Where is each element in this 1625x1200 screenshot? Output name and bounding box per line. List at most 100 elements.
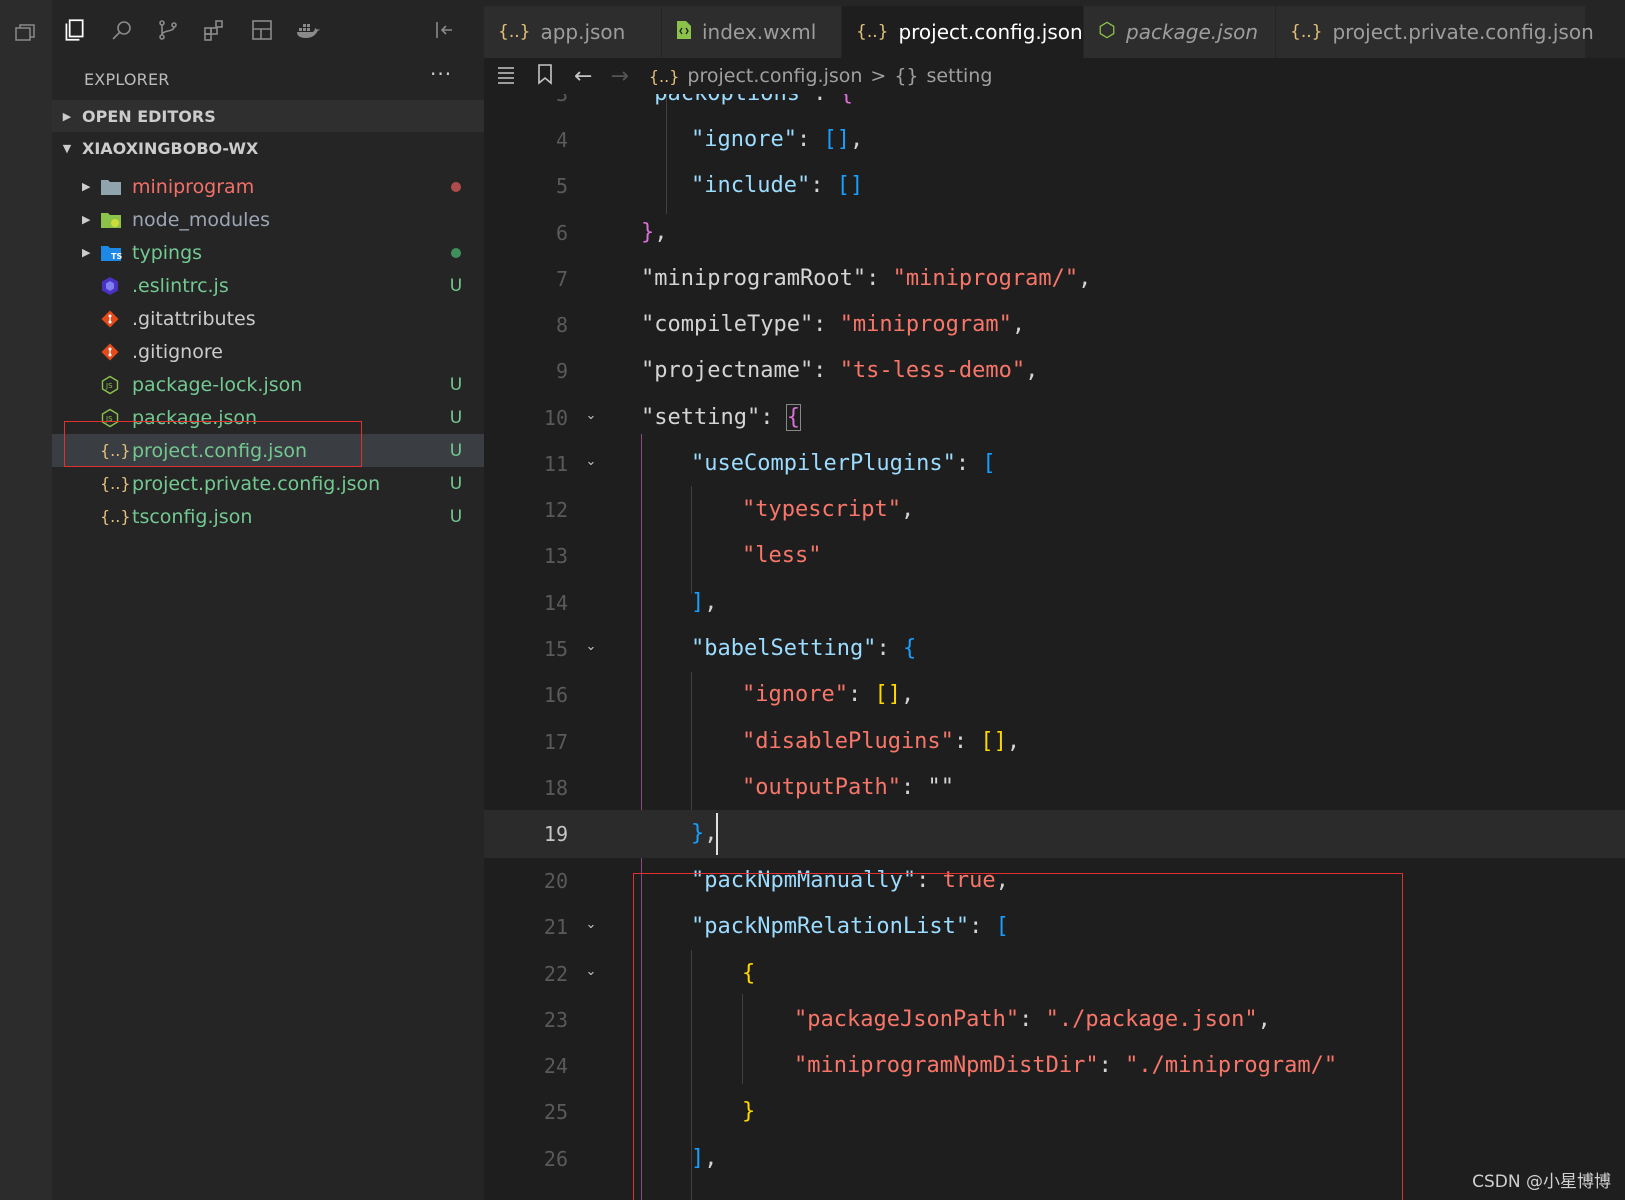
json-icon: {..} <box>498 22 531 42</box>
code-line: 11 ⌄ "useCompilerPlugins": [ <box>484 440 1625 488</box>
docker-icon[interactable] <box>294 16 322 44</box>
chevron-down-icon: ⌄ <box>585 454 597 469</box>
symbol-braces-icon: {} <box>894 65 919 87</box>
tree-item-eslintrc[interactable]: .eslintrc.js U <box>52 269 484 302</box>
code-line: 9 "projectname": "ts-less-demo", <box>555 358 1039 383</box>
tree-item-project-private-config[interactable]: {..} project.private.config.json U <box>52 467 484 500</box>
code-line: 8 "compileType": "miniprogram", <box>555 312 1026 337</box>
ts-folder-icon: TS <box>100 244 132 262</box>
breadcrumb-symbol[interactable]: {} setting <box>894 65 992 87</box>
code-line-current: 19 }, <box>484 810 1625 858</box>
more-actions-icon[interactable]: ··· <box>430 62 452 86</box>
npm-icon: JS <box>100 375 132 395</box>
tree-item-project-config[interactable]: {..} project.config.json U <box>52 434 484 467</box>
json-icon: {..} <box>100 474 131 493</box>
file-name: .gitignore <box>132 340 223 363</box>
source-control-icon[interactable] <box>154 16 182 44</box>
chevron-down-icon: ▼ <box>62 141 72 155</box>
git-icon <box>100 342 132 362</box>
code-line: 18 "outputPath": "" <box>543 775 954 800</box>
json-icon: {..} <box>1290 22 1323 42</box>
status-badge: U <box>449 473 463 494</box>
chevron-right-icon: ▶ <box>82 180 91 193</box>
json-icon: {..} <box>100 507 131 526</box>
code-line: 7 "miniprogramRoot": "miniprogram/", <box>555 266 1092 291</box>
status-badge: U <box>449 275 463 296</box>
code-line: 16 "ignore": [], <box>543 682 915 707</box>
status-dot <box>446 243 466 263</box>
status-badge: U <box>449 407 463 428</box>
breadcrumb-file-label: project.config.json <box>687 65 863 87</box>
git-icon <box>100 309 132 329</box>
code-line: 23 "packageJsonPath": "./package.json", <box>543 1007 1271 1032</box>
tab-package-json[interactable]: package.json <box>1084 6 1276 58</box>
text-cursor <box>716 813 718 855</box>
tree-item-node-modules[interactable]: ▶ node_modules <box>52 203 484 236</box>
svg-text:JS: JS <box>105 415 113 423</box>
watermark: CSDN @小星博博 <box>1472 1172 1611 1192</box>
status-badge: U <box>449 440 463 461</box>
forward-arrow-icon[interactable]: → <box>610 64 628 89</box>
tree-item-package-json[interactable]: JS package.json U <box>52 401 484 434</box>
code-line: 10 ⌄ "setting": { <box>484 394 1625 442</box>
npm-icon <box>1098 21 1116 44</box>
remote-window-icon[interactable] <box>10 18 40 48</box>
svg-text:JS: JS <box>105 382 113 390</box>
activity-bar <box>0 0 53 1200</box>
chevron-down-icon: ⌄ <box>585 639 597 654</box>
chevron-down-icon: ⌄ <box>585 917 597 932</box>
chevron-right-icon: ▶ <box>62 109 72 123</box>
json-icon: {..} <box>648 66 680 86</box>
tab-index-wxml[interactable]: index.wxml <box>662 6 842 58</box>
collapse-sidebar-icon[interactable] <box>430 16 458 44</box>
code-line: 12 "typescript", <box>543 497 915 522</box>
code-line: 15 ⌄ "babelSetting": { <box>484 625 1625 673</box>
code-line: 20 "packNpmManually": true, <box>543 868 1009 893</box>
json-icon: {..} <box>100 441 131 460</box>
tree-item-gitignore[interactable]: .gitignore <box>52 335 484 368</box>
code-line: 25 } <box>543 1099 756 1124</box>
breadcrumb-symbol-label: setting <box>926 65 993 87</box>
file-name: tsconfig.json <box>132 505 253 528</box>
file-name: .eslintrc.js <box>132 274 229 297</box>
tab-label: project.config.json <box>898 20 1083 44</box>
tab-project-private-config[interactable]: {..} project.private.config.json <box>1276 6 1594 58</box>
bookmark-icon[interactable] <box>536 63 554 90</box>
editor-tabs: {..} app.json index.wxml {..} project.co… <box>484 0 1625 58</box>
code-line: 21 ⌄ "packNpmRelationList": [ <box>484 903 1625 951</box>
tab-label: project.private.config.json <box>1332 20 1594 44</box>
file-name: package-lock.json <box>132 373 303 396</box>
code-line: 24 "miniprogramNpmDistDir": "./miniprogr… <box>543 1053 1338 1078</box>
search-icon[interactable] <box>108 16 136 44</box>
chevron-right-icon: ▶ <box>82 246 91 259</box>
code-line: 22 ⌄ { <box>484 950 1625 998</box>
tree-item-gitattributes[interactable]: .gitattributes <box>52 302 484 335</box>
panel-layout-icon[interactable] <box>248 16 276 44</box>
tree-item-package-lock[interactable]: JS package-lock.json U <box>52 368 484 401</box>
outline-icon[interactable] <box>494 63 518 90</box>
project-name: XIAOXINGBOBO-WX <box>82 138 259 158</box>
tree-item-tsconfig[interactable]: {..} tsconfig.json U <box>52 500 484 533</box>
tab-project-config[interactable]: {..} project.config.json ✕ <box>842 6 1115 58</box>
code-line: 17 "disablePlugins": [], <box>543 729 1021 754</box>
tab-label: index.wxml <box>702 20 817 44</box>
back-arrow-icon[interactable]: ← <box>574 64 592 89</box>
json-icon: {..} <box>856 22 889 42</box>
tree-item-typings[interactable]: ▶ TS typings <box>52 236 484 269</box>
code-line: 5 "include": [] <box>555 173 864 198</box>
svg-text:TS: TS <box>111 252 122 261</box>
status-dot <box>446 177 466 197</box>
chevron-right-icon: ▶ <box>82 213 91 226</box>
extensions-icon[interactable] <box>200 16 228 44</box>
explorer-files-icon[interactable] <box>60 16 88 44</box>
code-line: 26 ], <box>543 1146 718 1171</box>
breadcrumb-file[interactable]: {..} project.config.json <box>649 65 863 87</box>
tab-app-json[interactable]: {..} app.json <box>484 6 662 58</box>
code-editor[interactable]: 3 "packOptions": { 4 "ignore": [], 5 "in… <box>484 94 1625 1200</box>
sidebar-toolbar <box>52 0 484 58</box>
npm-icon: JS <box>100 408 132 428</box>
project-section[interactable]: ▼ XIAOXINGBOBO-WX <box>52 132 484 164</box>
tree-item-miniprogram[interactable]: ▶ miniprogram <box>52 170 484 203</box>
file-name: miniprogram <box>132 175 255 198</box>
open-editors-section[interactable]: ▶ OPEN EDITORS <box>52 100 484 132</box>
